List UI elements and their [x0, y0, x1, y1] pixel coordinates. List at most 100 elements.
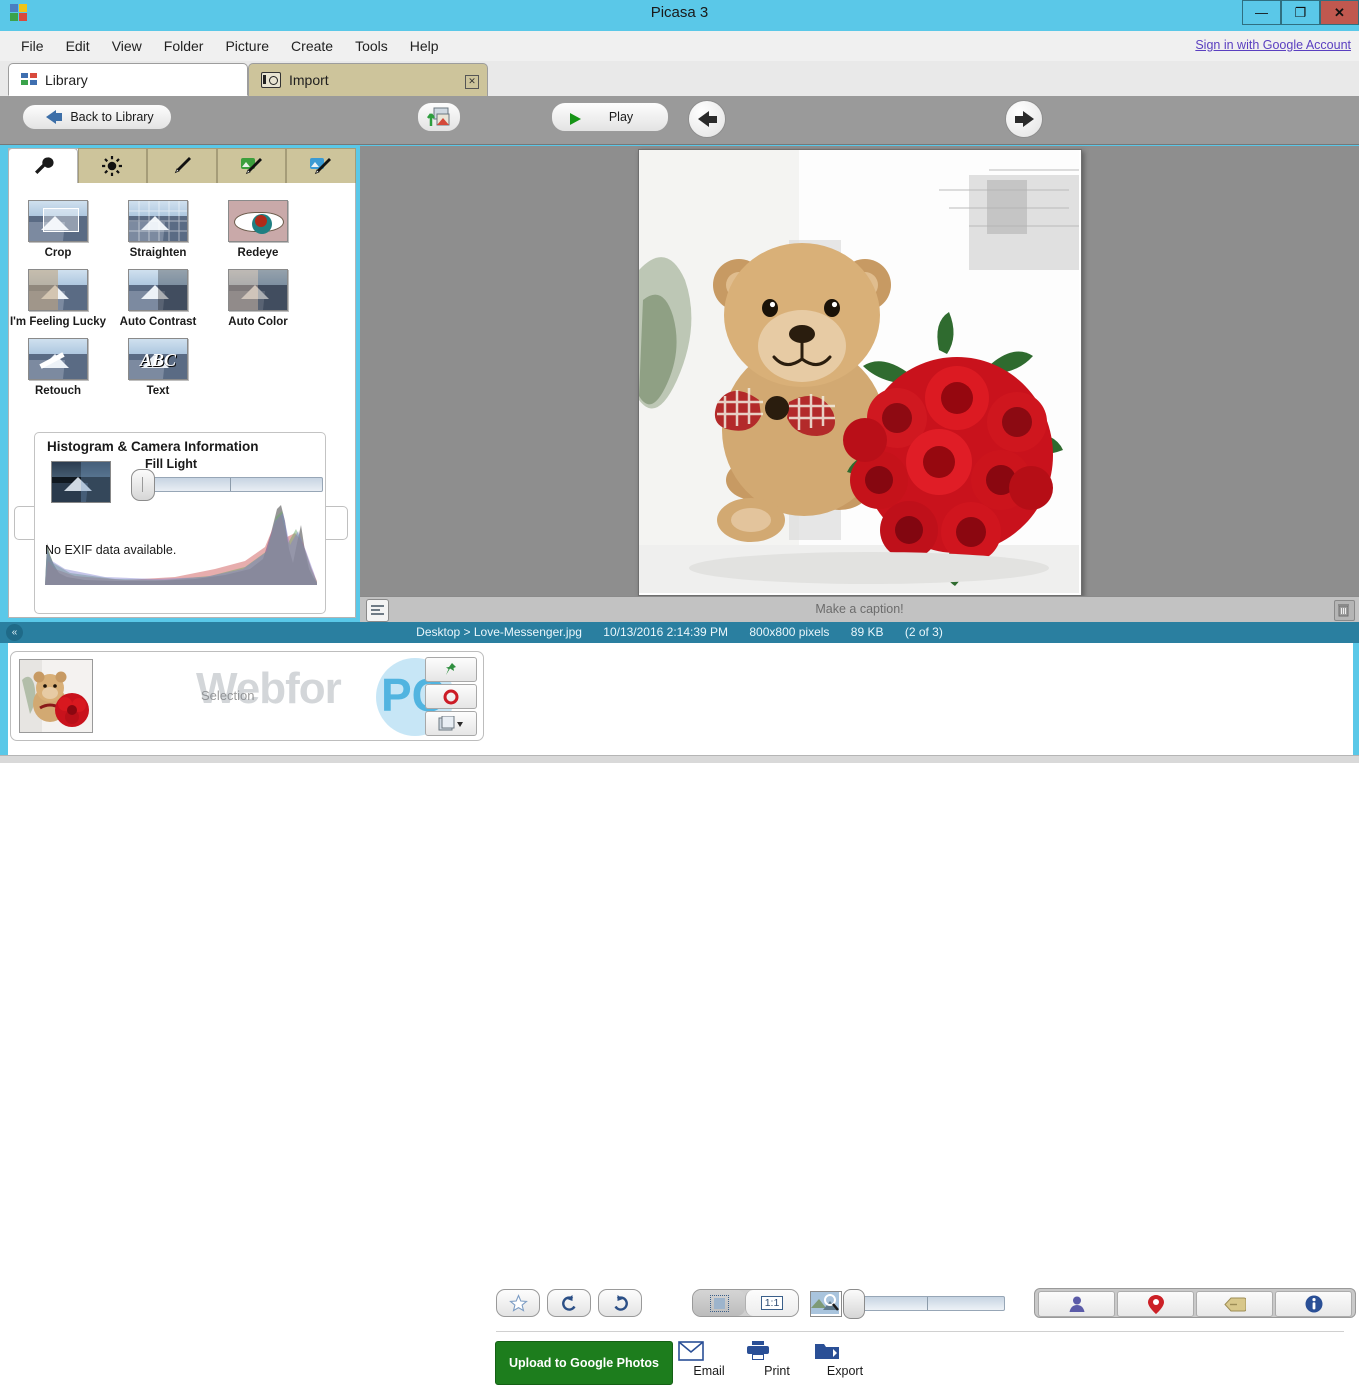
album-dropdown-icon [438, 715, 464, 732]
tab-strip: Library Import ✕ [0, 61, 1359, 97]
places-button[interactable] [1117, 1291, 1194, 1317]
people-button[interactable] [1038, 1291, 1115, 1317]
straighten-button[interactable]: Straighten [108, 190, 208, 259]
clear-circle-icon [443, 689, 459, 705]
status-path: Desktop > Love-Messenger.jpg [416, 625, 582, 639]
menu-create[interactable]: Create [280, 31, 344, 61]
retouch-icon [28, 338, 88, 380]
effects-tab[interactable] [147, 148, 217, 183]
sun-icon [101, 155, 123, 177]
crop-button[interactable]: Crop [8, 190, 108, 259]
close-button[interactable]: ✕ [1320, 0, 1359, 25]
effects3-tab[interactable] [286, 148, 356, 183]
caption-placeholder[interactable]: Make a caption! [360, 597, 1359, 622]
play-triangle-icon [570, 113, 581, 125]
tab-library[interactable]: Library [8, 63, 248, 96]
star-icon [508, 1293, 528, 1313]
menu-edit[interactable]: Edit [55, 31, 101, 61]
menu-bar: File Edit View Folder Picture Create Too… [0, 31, 1359, 62]
status-datetime: 10/13/2016 2:14:39 PM [603, 625, 729, 639]
status-position: (2 of 3) [904, 625, 943, 639]
export-label: Export [826, 1364, 864, 1378]
main-photo[interactable] [638, 149, 1082, 596]
menu-view[interactable]: View [101, 31, 153, 61]
info-icon [1305, 1295, 1323, 1313]
tray-thumbnail[interactable] [19, 659, 93, 733]
tray-buttons [425, 657, 477, 736]
upload-button[interactable]: Upload to Google Photos [495, 1341, 673, 1385]
maximize-button[interactable]: ❐ [1281, 0, 1320, 25]
fill-light-slider-track[interactable] [137, 477, 323, 492]
rotate-left-button[interactable] [547, 1289, 591, 1317]
tag-icon [1223, 1297, 1246, 1312]
brush-icon [171, 155, 193, 177]
tab-import-close-icon[interactable]: ✕ [465, 75, 479, 89]
tab-import[interactable]: Import ✕ [248, 63, 488, 96]
picasa-window: Picasa 3 — ❐ ✕ File Edit View Folder Pic… [0, 0, 1359, 1385]
basic-fixes-tab[interactable] [8, 148, 78, 183]
zoom-photo-icon[interactable] [810, 1291, 842, 1317]
fit-to-window-button[interactable] [693, 1290, 745, 1316]
menu-help[interactable]: Help [399, 31, 450, 61]
menu-picture[interactable]: Picture [214, 31, 280, 61]
retouch-label: Retouch [35, 385, 81, 397]
trash-icon[interactable] [1334, 600, 1355, 621]
collage-icon [427, 106, 451, 128]
next-photo-button[interactable] [1005, 100, 1043, 138]
auto-color-button[interactable]: Auto Color [208, 259, 308, 328]
back-to-library-button[interactable]: Back to Library [22, 104, 172, 130]
feeling-lucky-button[interactable]: I'm Feeling Lucky [8, 259, 108, 328]
redeye-button[interactable]: Redeye [208, 190, 308, 259]
previous-photo-button[interactable] [688, 100, 726, 138]
collage-button[interactable] [417, 102, 461, 132]
bottom-divider [496, 1331, 1344, 1332]
histogram-panel-title: Histogram & Camera Information [47, 439, 259, 454]
main-toolbar: Back to Library Play [0, 96, 1359, 234]
wrench-icon [32, 155, 54, 177]
crop-label: Crop [44, 247, 72, 259]
menu-folder[interactable]: Folder [153, 31, 215, 61]
redeye-label: Redeye [237, 247, 279, 259]
zoom-mode-group: 1:1 [692, 1289, 799, 1317]
histogram-thumbnail [51, 461, 111, 503]
zoom-slider-track[interactable] [848, 1296, 1005, 1311]
retouch-button[interactable]: Retouch [8, 328, 108, 397]
menu-tools[interactable]: Tools [344, 31, 399, 61]
redeye-icon [228, 200, 288, 242]
histogram-panel: Histogram & Camera Information Fill Ligh… [34, 432, 326, 614]
zoom-slider-knob[interactable] [843, 1289, 865, 1319]
minimize-button[interactable]: — [1242, 0, 1281, 25]
window-controls: — ❐ ✕ [1242, 0, 1359, 25]
zoom-ratio-label: 1:1 [760, 1296, 784, 1310]
rotate-cw-icon [611, 1294, 630, 1313]
rotate-right-button[interactable] [598, 1289, 642, 1317]
green-brush-icon [240, 155, 264, 177]
selection-label: Selection [201, 688, 255, 703]
effects2-tab[interactable] [216, 148, 287, 183]
hold-pin-button[interactable] [425, 657, 477, 682]
arrow-left-icon [46, 110, 63, 124]
fill-light-slider-knob[interactable] [131, 469, 155, 501]
auto-contrast-button[interactable]: Auto Contrast [108, 259, 208, 328]
export-button[interactable]: Export [814, 1341, 876, 1378]
email-button[interactable]: Email [678, 1341, 740, 1378]
menu-file[interactable]: File [10, 31, 55, 61]
star-button[interactable] [496, 1289, 540, 1317]
print-button[interactable]: Print [746, 1341, 808, 1378]
export-folder-icon [814, 1341, 876, 1361]
text-button[interactable]: ABC Text [108, 328, 208, 397]
properties-button[interactable] [1275, 1291, 1352, 1317]
photo-edit-buttons [496, 1289, 642, 1317]
feeling-lucky-icon [28, 269, 88, 311]
clear-selection-button[interactable] [425, 684, 477, 709]
window-title: Picasa 3 [650, 4, 709, 21]
play-slideshow-button[interactable]: Play [551, 102, 669, 132]
tags-button[interactable] [1196, 1291, 1273, 1317]
tuning-tab[interactable] [77, 148, 148, 183]
arrow-left-icon [697, 111, 717, 127]
menu-items: File Edit View Folder Picture Create Too… [10, 31, 450, 61]
auto-color-icon [228, 269, 288, 311]
actual-size-button[interactable]: 1:1 [745, 1290, 798, 1316]
add-to-album-button[interactable] [425, 711, 477, 736]
sign-in-link[interactable]: Sign in with Google Account [1195, 38, 1351, 52]
